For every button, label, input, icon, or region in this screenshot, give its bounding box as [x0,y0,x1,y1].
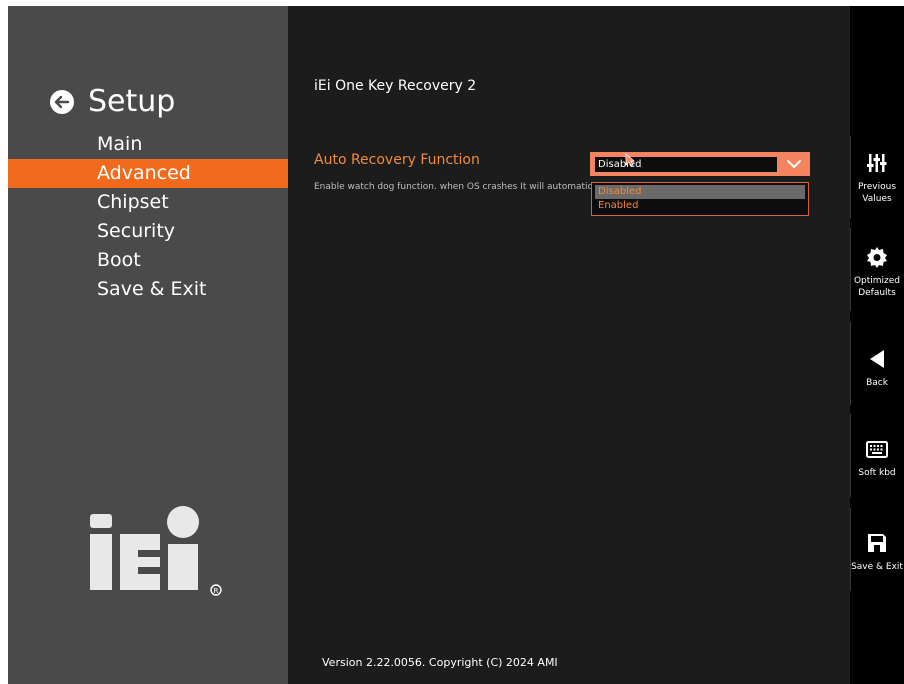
save-exit-label: Save & Exit [851,562,903,572]
menu-item-boot[interactable]: Boot [8,246,288,275]
optimized-defaults-label-1: Optimized [853,276,901,286]
main-content: iEi One Key Recovery 2 Auto Recovery Fun… [288,6,850,684]
back-label: Back [866,378,888,388]
floppy-disk-icon [850,532,904,557]
menu-item-advanced[interactable]: Advanced [8,159,288,188]
right-toolbar: Previous Values Optimized Defaults Back [850,6,904,684]
dropdown-option-enabled[interactable]: Enabled [595,199,805,213]
soft-keyboard-label: Soft kbd [858,468,896,478]
menu-item-chipset[interactable]: Chipset [8,188,288,217]
mouse-cursor-icon [625,152,636,171]
select-current-value[interactable]: Disabled [595,157,777,172]
main-menu: Main Advanced Chipset Security Boot Save… [8,130,288,304]
setup-title: Setup [88,84,176,119]
triangle-left-icon [850,348,904,373]
bios-screen: Setup Main Advanced Chipset Security Boo… [8,6,904,684]
svg-text:R: R [214,587,219,595]
version-text: Version 2.22.0056. Copyright (C) 2024 AM… [322,656,558,669]
menu-item-security[interactable]: Security [8,217,288,246]
back-button[interactable]: Back [850,348,904,389]
previous-values-label-2: Values [862,194,892,204]
back-arrow-icon[interactable] [50,89,74,114]
iei-logo: R [88,506,248,610]
menu-item-main[interactable]: Main [8,130,288,159]
soft-keyboard-button[interactable]: Soft kbd [850,440,904,479]
previous-values-label-1: Previous [857,182,897,192]
option-dropdown: Disabled Enabled [591,182,809,216]
previous-values-button[interactable]: Previous Values [850,152,904,205]
left-panel: Setup Main Advanced Chipset Security Boo… [8,6,288,684]
auto-recovery-select[interactable]: Disabled [590,152,810,176]
optimized-defaults-label-2: Defaults [858,288,896,298]
save-exit-button[interactable]: Save & Exit [850,532,904,573]
keyboard-icon [850,440,904,463]
dropdown-option-disabled[interactable]: Disabled [595,185,805,199]
gear-icon [850,246,904,271]
menu-item-save-exit[interactable]: Save & Exit [8,275,288,304]
sliders-icon [850,152,904,177]
setup-header: Setup [50,84,175,119]
auto-recovery-label[interactable]: Auto Recovery Function [314,152,480,168]
chevron-down-icon[interactable] [778,152,810,176]
section-title: iEi One Key Recovery 2 [314,78,477,94]
optimized-defaults-button[interactable]: Optimized Defaults [850,246,904,299]
option-help-text: Enable watch dog function. when OS crash… [314,182,592,192]
